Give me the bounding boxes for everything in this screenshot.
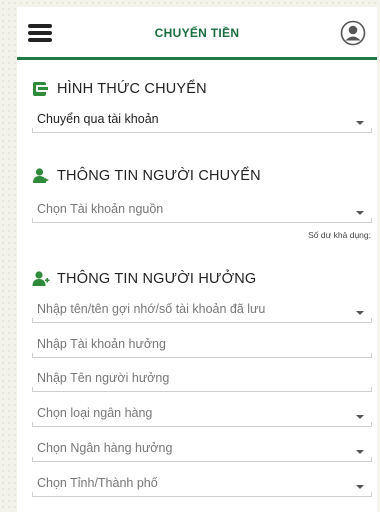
beneficiary-name-placeholder: Nhập Tên người hưởng [37,371,170,385]
recipient-heading-text: THÔNG TIN NGƯỜI HƯỞNG [57,271,257,287]
beneficiary-name-input[interactable]: Nhập Tên người hưởng [32,368,372,392]
province-select[interactable]: Chọn Tỉnh/Thành phố [32,473,372,497]
transfer-method-value: Chuyển qua tài khoản [37,112,159,126]
bank-type-select[interactable]: Chọn loại ngân hàng [32,403,372,427]
beneficiary-bank-placeholder: Chọn Ngân hàng hưởng [37,441,173,455]
chevron-down-icon [356,485,364,489]
chevron-down-icon [356,211,364,215]
chevron-down-icon [356,415,364,419]
bank-type-placeholder: Chọn loại ngân hàng [37,406,153,420]
transfer-screen: CHUYỂN TIỀN HÌNH THỨC CHUYỂN Chuyển qua … [17,7,377,512]
source-account-select[interactable]: Chọn Tài khoản nguồn [32,199,372,223]
saved-recipient-search-input[interactable]: Nhập tên/tên gợi nhớ/số tài khoản đã lưu [32,299,372,323]
recipient-heading: THÔNG TIN NGƯỜI HƯỞNG [32,270,256,288]
add-user-icon [32,270,50,288]
top-app-bar: CHUYỂN TIỀN [17,7,377,60]
chevron-down-icon [356,311,364,315]
transfer-card-icon [32,80,50,98]
page-title: CHUYỂN TIỀN [154,26,240,40]
beneficiary-account-placeholder: Nhập Tài khoản hưởng [37,337,166,351]
sender-heading: THÔNG TIN NGƯỜI CHUYỂN [32,167,261,185]
source-account-placeholder: Chọn Tài khoản nguồn [37,202,164,216]
user-avatar-icon[interactable] [340,20,366,46]
chevron-down-icon [356,121,364,125]
province-placeholder: Chọn Tỉnh/Thành phố [37,476,158,490]
chevron-down-icon [356,450,364,454]
beneficiary-bank-select[interactable]: Chọn Ngân hàng hưởng [32,438,372,462]
sender-heading-text: THÔNG TIN NGƯỜI CHUYỂN [57,168,261,184]
beneficiary-account-input[interactable]: Nhập Tài khoản hưởng [32,334,372,358]
transfer-method-heading-text: HÌNH THỨC CHUYỂN [57,81,207,97]
available-balance-label: Số dư khả dụng: [308,230,371,240]
saved-recipient-placeholder: Nhập tên/tên gợi nhớ/số tài khoản đã lưu [37,302,266,316]
transfer-method-select[interactable]: Chuyển qua tài khoản [32,109,372,133]
transfer-method-heading: HÌNH THỨC CHUYỂN [32,80,207,98]
user-icon [32,167,50,185]
